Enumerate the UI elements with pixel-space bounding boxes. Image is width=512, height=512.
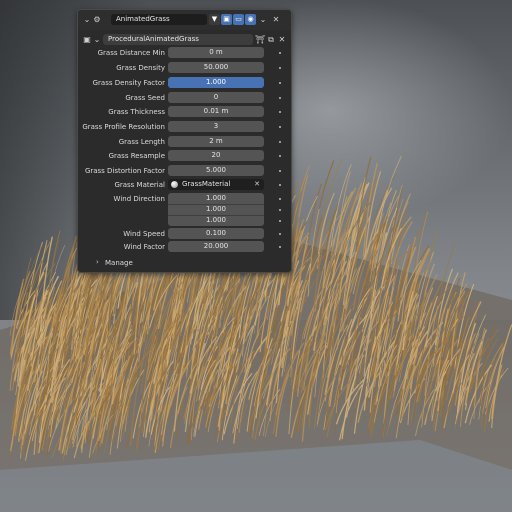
material-sphere-icon [171, 181, 178, 188]
keyframe-dot-icon[interactable] [279, 126, 281, 128]
property-grass-thickness: Grass Thickness 0.01 m [78, 106, 291, 118]
chevron-down-icon[interactable]: ⌄ [82, 15, 92, 25]
close-icon[interactable]: ✕ [254, 179, 260, 190]
manage-subpanel[interactable]: › Manage [78, 257, 291, 271]
modifier-panel: ⌄ ⚙ AnimatedGrass ▼ ▣ ▭ ◉ ⌄ ✕ ▣ ⌄ Proced… [77, 9, 292, 273]
property-label: Grass Distortion Factor [84, 167, 165, 175]
property-label: Grass Thickness [108, 108, 165, 116]
property-label: Grass Resample [108, 152, 165, 160]
property-wind-factor: Wind Factor 20.000 [78, 241, 291, 253]
property-grass-density-factor: Grass Density Factor 1.000 [78, 77, 291, 89]
material-name: GrassMaterial [182, 180, 231, 188]
property-label: Grass Profile Resolution [82, 123, 165, 131]
property-label: Grass Density Factor [92, 79, 165, 87]
node-group-row: ▣ ⌄ ProceduralAnimatedGrass ⛩ ⧉ ✕ [78, 31, 291, 48]
property-grass-material: Grass Material GrassMaterial ✕ [78, 179, 291, 191]
close-icon[interactable]: ✕ [271, 15, 281, 25]
property-label: Wind Direction [113, 195, 165, 203]
property-label: Grass Length [118, 138, 165, 146]
property-value[interactable]: 5.000 [168, 165, 264, 176]
property-label: Grass Seed [125, 94, 165, 102]
node-group-field[interactable]: ProceduralAnimatedGrass [103, 34, 253, 45]
property-grass-length: Grass Length 2 m [78, 136, 291, 148]
keyframe-dot-icon[interactable] [279, 220, 281, 222]
chevron-right-icon[interactable]: › [96, 258, 99, 266]
property-value[interactable]: 1.000 [168, 77, 264, 88]
property-value[interactable]: 0 [168, 92, 264, 103]
property-value[interactable]: 20.000 [168, 241, 264, 252]
property-value[interactable]: 2 m [168, 136, 264, 147]
property-value[interactable]: 50.000 [168, 62, 264, 73]
property-label: Grass Distance Min [97, 49, 165, 57]
geometry-nodes-icon: ⚙ [93, 15, 101, 24]
object-name-field[interactable]: AnimatedGrass [111, 14, 207, 25]
wind-direction-x[interactable]: 1.000 [168, 193, 264, 204]
property-grass-seed: Grass Seed 0 [78, 92, 291, 104]
keyframe-dot-icon[interactable] [279, 170, 281, 172]
property-grass-resample: Grass Resample 20 [78, 150, 291, 162]
property-value[interactable]: 0 m [168, 47, 264, 58]
close-icon[interactable]: ✕ [277, 35, 287, 45]
material-field[interactable]: GrassMaterial ✕ [168, 179, 264, 190]
property-grass-distance-min: Grass Distance Min 0 m [78, 47, 291, 59]
property-label: Wind Speed [123, 230, 165, 238]
keyframe-dot-icon[interactable] [279, 184, 281, 186]
property-wind-speed: Wind Speed 0.100 [78, 228, 291, 240]
monitor-icon[interactable]: ▭ [233, 14, 244, 25]
keyframe-dot-icon[interactable] [279, 246, 281, 248]
keyframe-dot-icon[interactable] [279, 67, 281, 69]
keyframe-dot-icon[interactable] [279, 52, 281, 54]
camera-icon[interactable]: ◉ [245, 14, 256, 25]
keyframe-dot-icon[interactable] [279, 82, 281, 84]
shield-icon[interactable]: ⛩ [255, 35, 265, 45]
property-grass-profile-resolution: Grass Profile Resolution 3 [78, 121, 291, 133]
property-label: Grass Material [114, 181, 165, 189]
keyframe-dot-icon[interactable] [279, 155, 281, 157]
wind-direction-y[interactable]: 1.000 [168, 204, 264, 215]
property-label: Wind Factor [123, 243, 165, 251]
keyframe-dot-icon[interactable] [279, 111, 281, 113]
property-value[interactable]: 0.01 m [168, 106, 264, 117]
edit-mode-icon[interactable]: ▣ [221, 14, 232, 25]
keyframe-dot-icon[interactable] [279, 233, 281, 235]
property-value[interactable]: 0.100 [168, 228, 264, 239]
property-value[interactable]: 20 [168, 150, 264, 161]
manage-label: Manage [105, 259, 133, 267]
keyframe-dot-icon[interactable] [279, 198, 281, 200]
wind-direction-z[interactable]: 1.000 [168, 215, 264, 226]
keyframe-dot-icon[interactable] [279, 209, 281, 211]
property-label: Grass Density [116, 64, 165, 72]
property-grass-density: Grass Density 50.000 [78, 62, 291, 74]
funnel-icon[interactable]: ▼ [209, 14, 220, 25]
property-grass-distortion-factor: Grass Distortion Factor 5.000 [78, 165, 291, 177]
wind-direction-vector: 1.000 1.000 1.000 [168, 193, 264, 226]
duplicate-icon[interactable]: ⧉ [266, 35, 276, 45]
keyframe-dot-icon[interactable] [279, 141, 281, 143]
property-value[interactable]: 3 [168, 121, 264, 132]
node-tree-icon: ▣ [83, 35, 91, 44]
keyframe-dot-icon[interactable] [279, 97, 281, 99]
panel-header: ⌄ ⚙ AnimatedGrass ▼ ▣ ▭ ◉ ⌄ ✕ [78, 10, 291, 30]
chevron-down-icon[interactable]: ⌄ [258, 15, 268, 25]
chevron-down-icon[interactable]: ⌄ [92, 35, 102, 45]
